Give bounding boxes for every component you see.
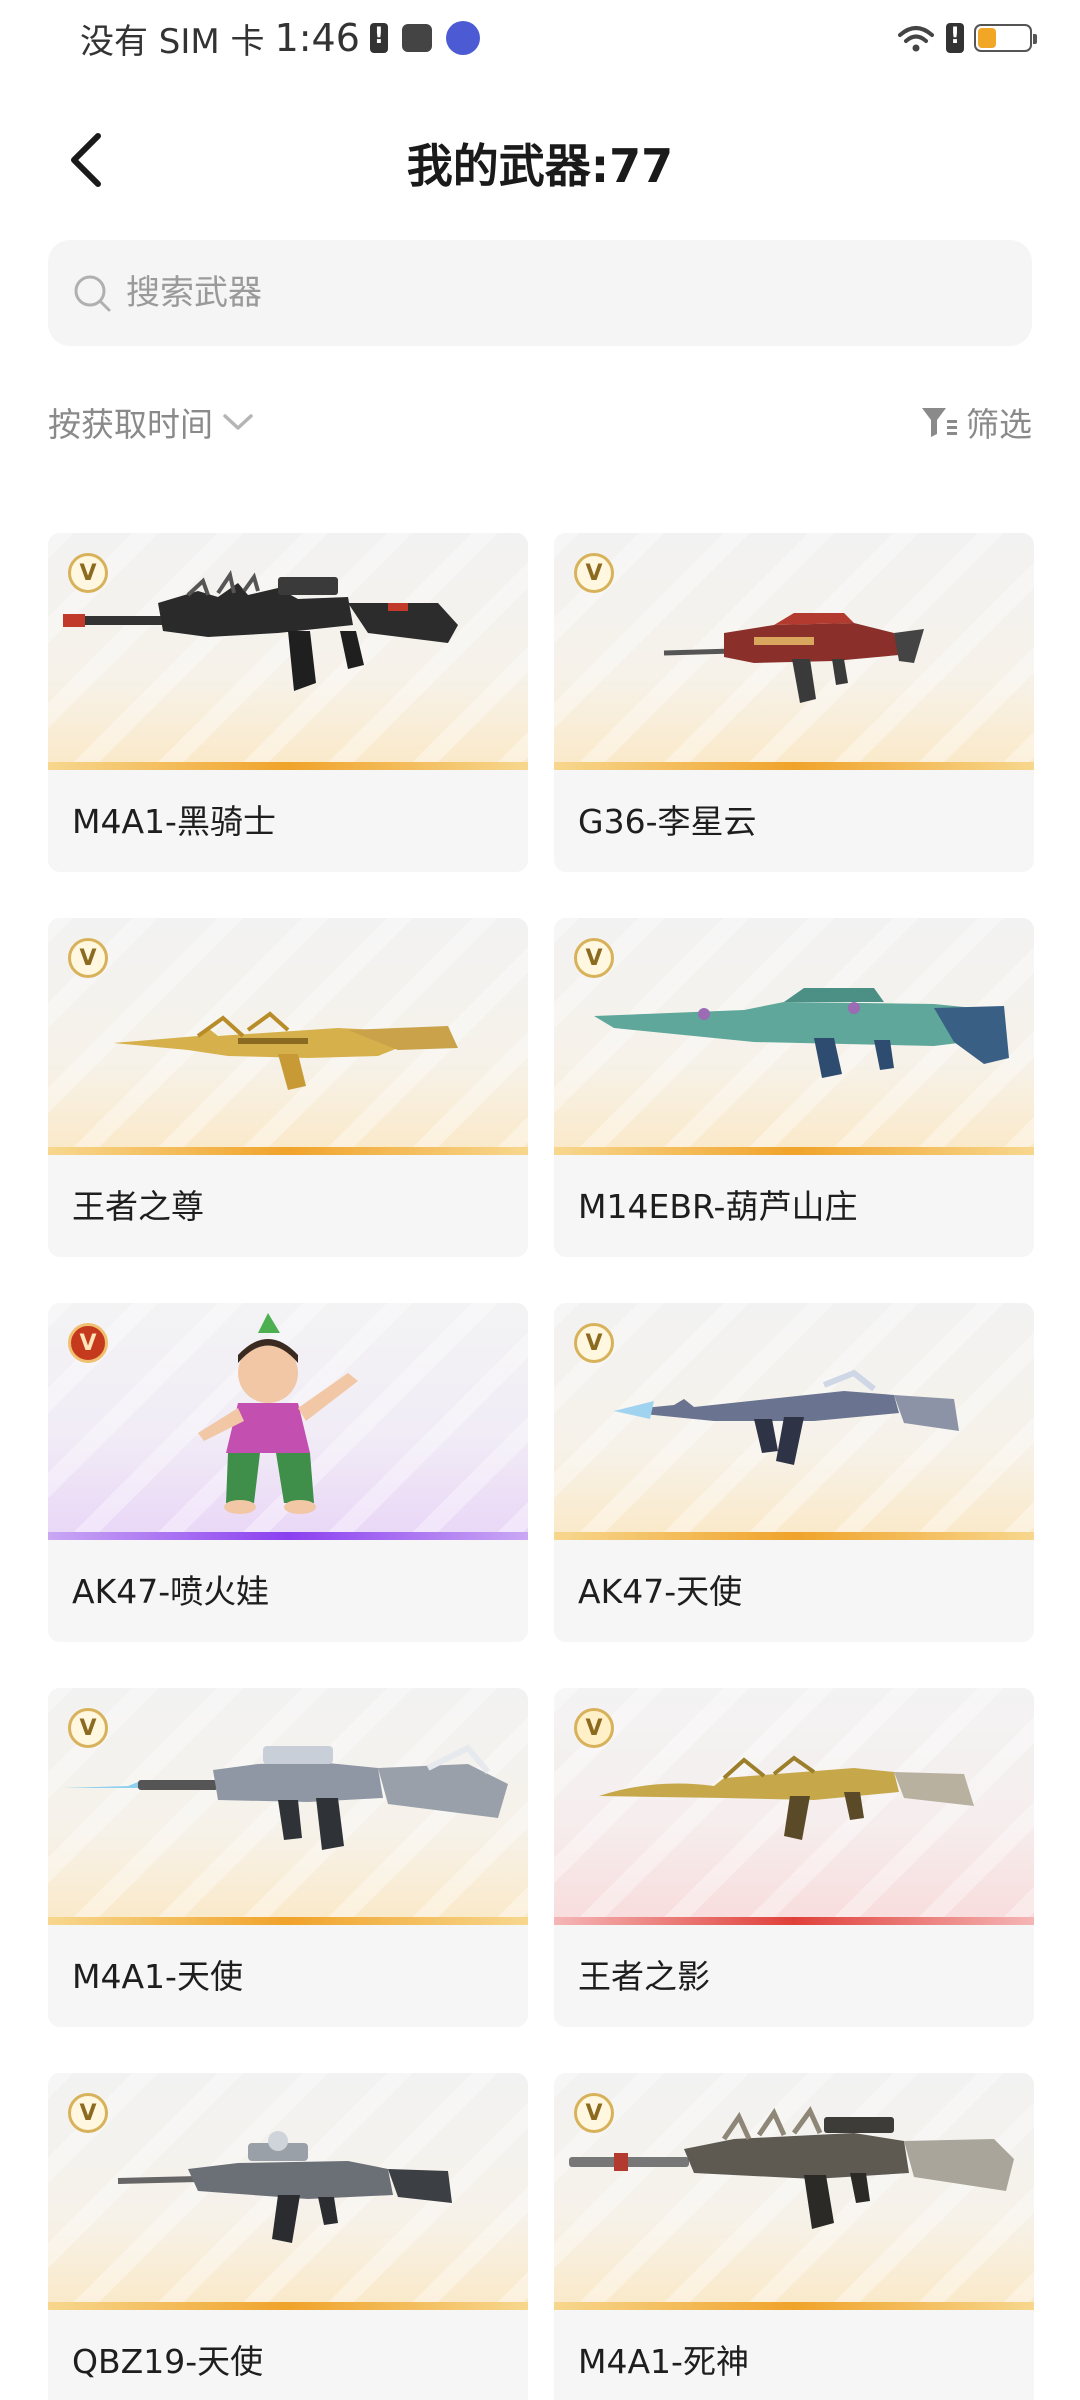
rarity-badge: V [574,1708,614,1748]
weapon-card[interactable]: V M14EBR-葫芦山庄 [554,918,1034,1257]
rifle-icon [113,1011,458,1090]
status-bar: 没有 SIM 卡 1:46 [0,0,1080,76]
alert-icon [369,23,388,53]
wifi-icon [898,26,934,52]
rarity-badge: V [68,938,108,978]
rarity-badge: V [574,938,614,978]
rarity-badge: V [68,1323,108,1363]
weapon-grid: V M4A1-黑骑士 V G36-李星云 V 王者之尊 V M14EBR-葫芦山… [48,533,1034,2400]
weapon-card[interactable]: V 王者之尊 [48,918,528,1257]
weapon-card[interactable]: V G36-李星云 [554,533,1034,872]
search-box[interactable] [48,240,1032,346]
weapon-image: V [554,2073,1034,2310]
weapon-image: V [48,1688,528,1925]
chevron-down-icon [223,414,253,430]
clock: 1:46 [274,16,360,60]
sort-label: 按获取时间 [48,405,213,444]
weapon-card[interactable]: V M4A1-死神 [554,2073,1034,2400]
sort-dropdown[interactable]: 按获取时间 [48,398,255,446]
rarity-badge: V [574,1323,614,1363]
header: 我的武器:77 [0,110,1080,210]
rifle-icon [599,1755,974,1840]
weapon-card[interactable]: V M4A1-黑骑士 [48,533,528,872]
weapon-image: V [554,918,1034,1155]
weapon-image: V [554,533,1034,770]
rarity-badge: V [68,553,108,593]
weapon-name: AK47-天使 [578,1572,743,1611]
weapon-image: V [48,1303,528,1540]
weapon-card[interactable]: V AK47-喷火娃 [48,1303,528,1642]
weapon-image: V [554,1303,1034,1540]
carrier-text: 没有 SIM 卡 [80,21,265,62]
app-store-icon [401,24,432,52]
rifle-icon [63,1744,508,1850]
weapon-image: V [554,1688,1034,1925]
rifle-icon [594,988,1009,1078]
weapon-name: G36-李星云 [578,802,757,841]
weapon-name: M4A1-天使 [72,1957,243,1996]
rifle-icon [663,613,924,703]
rifle-icon [63,569,458,691]
status-right [896,23,1037,53]
rifle-icon [614,1369,959,1465]
sort-filter-row: 按获取时间 筛选 [48,392,1032,452]
rifle-icon [117,2131,452,2243]
filter-icon [922,408,957,437]
rarity-badge: V [68,1708,108,1748]
filter-label: 筛选 [966,405,1032,444]
weapon-name: 王者之尊 [72,1187,204,1226]
battery-alert-icon [946,23,964,53]
character-icon [198,1313,358,1514]
weapon-name: M4A1-黑骑士 [72,802,276,841]
status-left: 没有 SIM 卡 1:46 [80,14,480,63]
rarity-badge: V [574,553,614,593]
weapon-name: M4A1-死神 [578,2342,749,2381]
page-title: 我的武器:77 [406,139,674,193]
rifle-icon [569,2106,1014,2229]
rarity-badge: V [574,2093,614,2133]
weapon-name: M14EBR-葫芦山庄 [578,1187,858,1226]
weapon-card[interactable]: V AK47-天使 [554,1303,1034,1642]
rarity-badge: V [68,2093,108,2133]
weapon-card[interactable]: V M4A1-天使 [48,1688,528,2027]
weapon-name: QBZ19-天使 [72,2342,264,2381]
weapon-image: V [48,918,528,1155]
app-notification-icon [445,21,480,55]
search-input[interactable] [126,273,986,313]
filter-button[interactable]: 筛选 [920,398,1032,446]
weapon-name: 王者之影 [578,1957,710,1996]
weapon-card[interactable]: V QBZ19-天使 [48,2073,528,2400]
weapon-name: AK47-喷火娃 [72,1572,270,1611]
weapon-card[interactable]: V 王者之影 [554,1688,1034,2027]
battery-icon [974,24,1037,52]
weapon-image: V [48,2073,528,2310]
weapon-image: V [48,533,528,770]
search-icon [74,275,111,312]
